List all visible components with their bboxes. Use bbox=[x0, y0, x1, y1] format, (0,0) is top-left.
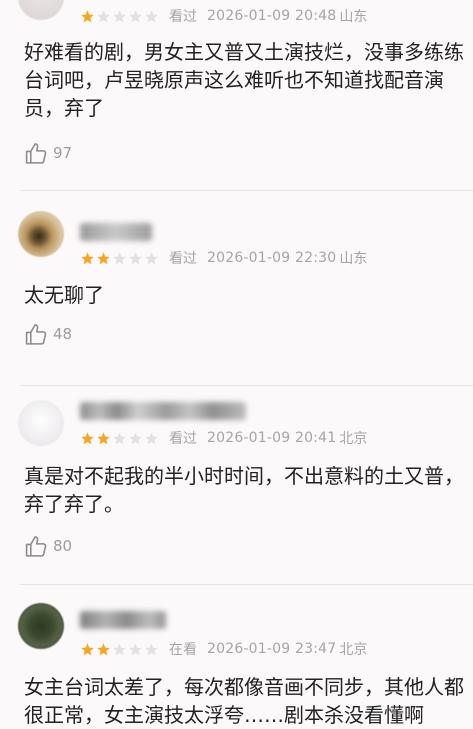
review-meta: 看过 2026-01-09 22:30 山东 bbox=[80, 247, 367, 269]
star-rating bbox=[80, 431, 159, 446]
star-icon bbox=[81, 9, 94, 22]
review-content[interactable]: 真是对不起我的半小时时间，不出意料的土又普， 弃了弃了。 bbox=[24, 462, 473, 518]
review-content-line: 好难看的剧，男女主又普又土演技烂，没事多练练 bbox=[24, 40, 464, 64]
star-icon bbox=[129, 9, 142, 22]
avatar[interactable] bbox=[18, 603, 64, 649]
review-content[interactable]: 太无聊了 bbox=[24, 281, 473, 309]
like-button[interactable]: 97 bbox=[24, 139, 72, 167]
avatar[interactable] bbox=[18, 211, 64, 257]
star-rating bbox=[80, 9, 159, 24]
review-content-line: 员，弃了 bbox=[24, 96, 104, 120]
review-meta: 看过 2026-01-09 20:41 北京 bbox=[80, 427, 367, 449]
watch-status: 在看 bbox=[169, 642, 197, 658]
username-blurred[interactable] bbox=[80, 223, 152, 241]
star-icon bbox=[113, 642, 126, 655]
review-content-line: 弃了弃了。 bbox=[24, 492, 124, 516]
review-content-line: 真是对不起我的半小时时间，不出意料的土又普， bbox=[24, 464, 464, 488]
review-location: 北京 bbox=[339, 642, 368, 658]
star-icon bbox=[145, 642, 158, 655]
username-blurred[interactable] bbox=[80, 611, 166, 629]
review-item: 在看 2026-01-09 23:47 北京 女主台词太差了，每次都像音画不同步… bbox=[0, 585, 473, 727]
star-icon bbox=[97, 251, 110, 264]
like-button[interactable]: 80 bbox=[24, 532, 72, 560]
review-location: 山东 bbox=[339, 9, 368, 25]
star-icon bbox=[97, 9, 110, 22]
review-content-line: 台词吧，卢昱晓原声这么难听也不知道找配音演 bbox=[24, 68, 444, 92]
review-time: 2026-01-09 20:48 bbox=[207, 8, 337, 24]
username-blurred[interactable] bbox=[80, 402, 246, 420]
review-content[interactable]: 好难看的剧，男女主又普又土演技烂，没事多练练 台词吧，卢昱晓原声这么难听也不知道… bbox=[24, 38, 473, 122]
star-icon bbox=[129, 251, 142, 264]
review-content[interactable]: 女主台词太差了，每次都像音画不同步，其他人都 很正常，女主演技太浮夸……剧本杀没… bbox=[24, 673, 473, 729]
review-item: 看过 2026-01-09 22:30 山东 太无聊了 48 bbox=[0, 191, 473, 385]
star-icon bbox=[113, 431, 126, 444]
review-content-line: 女主台词太差了，每次都像音画不同步，其他人都 bbox=[24, 675, 464, 699]
avatar[interactable] bbox=[18, 0, 64, 20]
star-icon bbox=[145, 431, 158, 444]
review-content-line: 很正常，女主演技太浮夸……剧本杀没看懂啊 bbox=[24, 703, 424, 727]
star-icon bbox=[113, 9, 126, 22]
like-count: 48 bbox=[53, 325, 73, 343]
review-item: 看过 2026-01-09 20:41 北京 真是对不起我的半小时时间，不出意料… bbox=[0, 386, 473, 584]
thumbs-up-icon bbox=[25, 142, 47, 164]
watch-status: 看过 bbox=[169, 431, 197, 447]
watch-status: 看过 bbox=[169, 251, 197, 267]
review-location: 山东 bbox=[339, 251, 368, 267]
review-time: 2026-01-09 20:41 bbox=[207, 430, 337, 446]
star-icon bbox=[81, 642, 94, 655]
thumbs-up-icon bbox=[25, 323, 47, 345]
star-icon bbox=[81, 431, 94, 444]
star-icon bbox=[97, 642, 110, 655]
review-meta: 在看 2026-01-09 23:47 北京 bbox=[80, 638, 367, 660]
star-rating bbox=[80, 251, 159, 266]
star-icon bbox=[97, 431, 110, 444]
review-time: 2026-01-09 22:30 bbox=[207, 250, 337, 266]
thumbs-up-icon bbox=[25, 535, 47, 557]
star-rating bbox=[80, 642, 159, 657]
avatar[interactable] bbox=[18, 400, 64, 446]
like-button[interactable]: 48 bbox=[24, 320, 72, 348]
like-count: 97 bbox=[53, 144, 73, 162]
star-icon bbox=[81, 251, 94, 264]
star-icon bbox=[145, 251, 158, 264]
star-icon bbox=[129, 431, 142, 444]
star-icon bbox=[113, 251, 126, 264]
review-location: 北京 bbox=[339, 431, 368, 447]
review-meta: 看过 2026-01-09 20:48 山东 bbox=[80, 5, 367, 27]
star-icon bbox=[129, 642, 142, 655]
review-item: 看过 2026-01-09 20:48 山东 好难看的剧，男女主又普又土演技烂，… bbox=[0, 0, 473, 190]
review-content-line: 太无聊了 bbox=[24, 283, 104, 307]
like-count: 80 bbox=[53, 537, 73, 555]
review-time: 2026-01-09 23:47 bbox=[207, 641, 337, 657]
star-icon bbox=[145, 9, 158, 22]
watch-status: 看过 bbox=[169, 9, 197, 25]
